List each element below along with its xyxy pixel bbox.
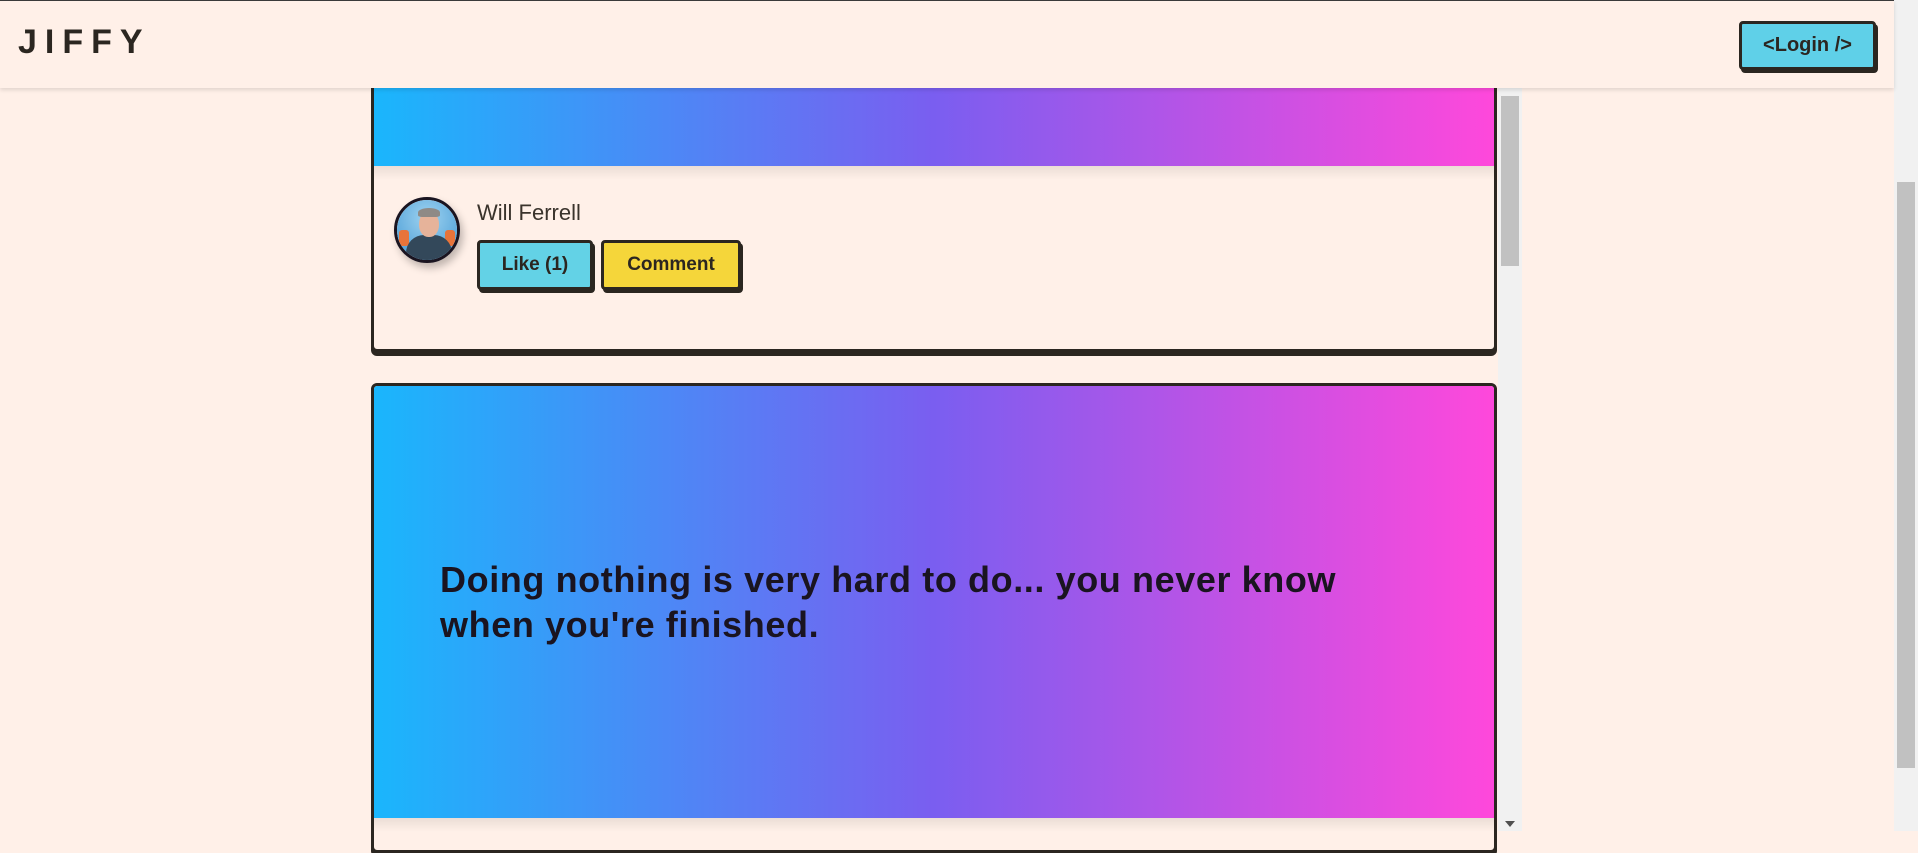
author-avatar[interactable] [394,197,460,263]
post-gradient-banner: Doing nothing is very hard to do... you … [374,386,1494,818]
brand-logo[interactable]: JIFFY [18,23,151,62]
author-name: Will Ferrell [477,200,581,225]
page-scrollbar-thumb[interactable] [1897,182,1915,768]
scroll-down-arrow-icon[interactable] [1505,821,1515,827]
top-navbar: JIFFY <Login /> [0,0,1894,88]
comment-button[interactable]: Comment [601,240,741,290]
avatar-hair [418,208,440,217]
page-scrollbar[interactable] [1894,0,1918,831]
feed-scrollbar[interactable] [1498,88,1522,831]
login-button[interactable]: <Login /> [1739,21,1876,70]
banner-shadow [374,818,1494,832]
avatar-body [406,235,452,260]
banner-shadow [374,166,1494,180]
post-quote-text: Doing nothing is very hard to do... you … [440,559,1337,645]
post-feed: Will Ferrell Like (1) Comment Doing noth… [371,0,1497,853]
like-button[interactable]: Like (1) [477,240,593,290]
post-card: Doing nothing is very hard to do... you … [371,383,1497,853]
feed-scrollbar-thumb[interactable] [1501,96,1519,266]
